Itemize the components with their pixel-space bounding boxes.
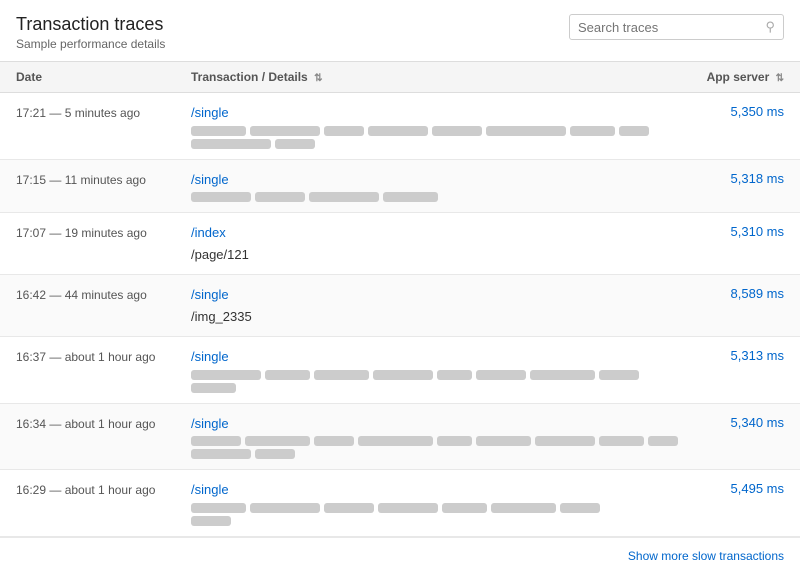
header-title-group: Transaction traces Sample performance de… [16, 14, 165, 51]
table-header-row: Date Transaction / Details ⇅ App server … [0, 61, 800, 93]
tx-details-blurred-2 [191, 449, 704, 459]
table-row[interactable]: 17:07 — 19 minutes ago /index /page/121 … [0, 213, 800, 275]
page-container: Transaction traces Sample performance de… [0, 0, 800, 573]
search-box[interactable]: ⚲ [569, 14, 784, 40]
row-transaction: /single [191, 347, 704, 393]
row-transaction: /single /img_2335 [191, 285, 704, 326]
row-date: 16:37 — about 1 hour ago [16, 347, 191, 366]
col-header-transaction: Transaction / Details ⇅ [191, 70, 674, 84]
tx-path-link[interactable]: /single [191, 172, 229, 187]
table-row[interactable]: 16:37 — about 1 hour ago /single 5,31 [0, 337, 800, 404]
table-row[interactable]: 16:34 — about 1 hour ago /single [0, 404, 800, 471]
tx-details-blurred-2 [191, 383, 704, 393]
tx-path-link[interactable]: /single [191, 416, 229, 431]
page-subtitle: Sample performance details [16, 37, 165, 51]
row-date: 17:07 — 19 minutes ago [16, 223, 191, 242]
traces-table: Date Transaction / Details ⇅ App server … [0, 61, 800, 537]
search-input[interactable] [578, 20, 761, 35]
row-transaction: /single [191, 103, 704, 149]
row-duration: 5,340 ms [704, 414, 784, 430]
row-duration: 5,318 ms [704, 170, 784, 186]
sort-icon-appserver[interactable]: ⇅ [776, 73, 784, 84]
row-date: 16:42 — 44 minutes ago [16, 285, 191, 304]
row-duration: 8,589 ms [704, 285, 784, 301]
tx-subpath: /page/121 [191, 245, 704, 265]
table-row[interactable]: 16:29 — about 1 hour ago /single 5,495 m… [0, 470, 800, 537]
row-date: 17:21 — 5 minutes ago [16, 103, 191, 122]
row-duration: 5,495 ms [704, 480, 784, 496]
table-row[interactable]: 16:42 — 44 minutes ago /single /img_2335… [0, 275, 800, 337]
row-date: 17:15 — 11 minutes ago [16, 170, 191, 189]
tx-path-link[interactable]: /single [191, 105, 229, 120]
row-transaction: /single [191, 414, 704, 460]
col-header-date: Date [16, 70, 191, 84]
row-transaction: /single [191, 170, 704, 203]
tx-details-blurred [191, 503, 704, 513]
table-row[interactable]: 17:21 — 5 minutes ago /single [0, 93, 800, 160]
col-header-appserver: App server ⇅ [674, 70, 784, 84]
sort-icon-transaction[interactable]: ⇅ [314, 73, 322, 84]
table-row[interactable]: 17:15 — 11 minutes ago /single 5,318 ms [0, 160, 800, 214]
tx-path-link[interactable]: /single [191, 482, 229, 497]
tx-path-link[interactable]: /single [191, 349, 229, 364]
tx-path-link[interactable]: /index [191, 225, 226, 240]
tx-details-blurred-2 [191, 516, 704, 526]
row-duration: 5,350 ms [704, 103, 784, 119]
page-title: Transaction traces [16, 14, 165, 35]
row-date: 16:34 — about 1 hour ago [16, 414, 191, 433]
search-icon: ⚲ [765, 19, 775, 35]
footer-link-area: Show more slow transactions [0, 537, 800, 573]
tx-details-blurred [191, 370, 704, 380]
show-more-link[interactable]: Show more slow transactions [628, 549, 784, 563]
row-duration: 5,310 ms [704, 223, 784, 239]
tx-details-blurred [191, 436, 704, 446]
row-transaction: /index /page/121 [191, 223, 704, 264]
row-date: 16:29 — about 1 hour ago [16, 480, 191, 499]
row-transaction: /single [191, 480, 704, 526]
tx-details-blurred-2 [191, 139, 704, 149]
tx-details-blurred [191, 126, 704, 136]
tx-path-link[interactable]: /single [191, 287, 229, 302]
tx-details-blurred [191, 192, 704, 202]
tx-subpath: /img_2335 [191, 307, 704, 327]
page-header: Transaction traces Sample performance de… [0, 0, 800, 61]
row-duration: 5,313 ms [704, 347, 784, 363]
